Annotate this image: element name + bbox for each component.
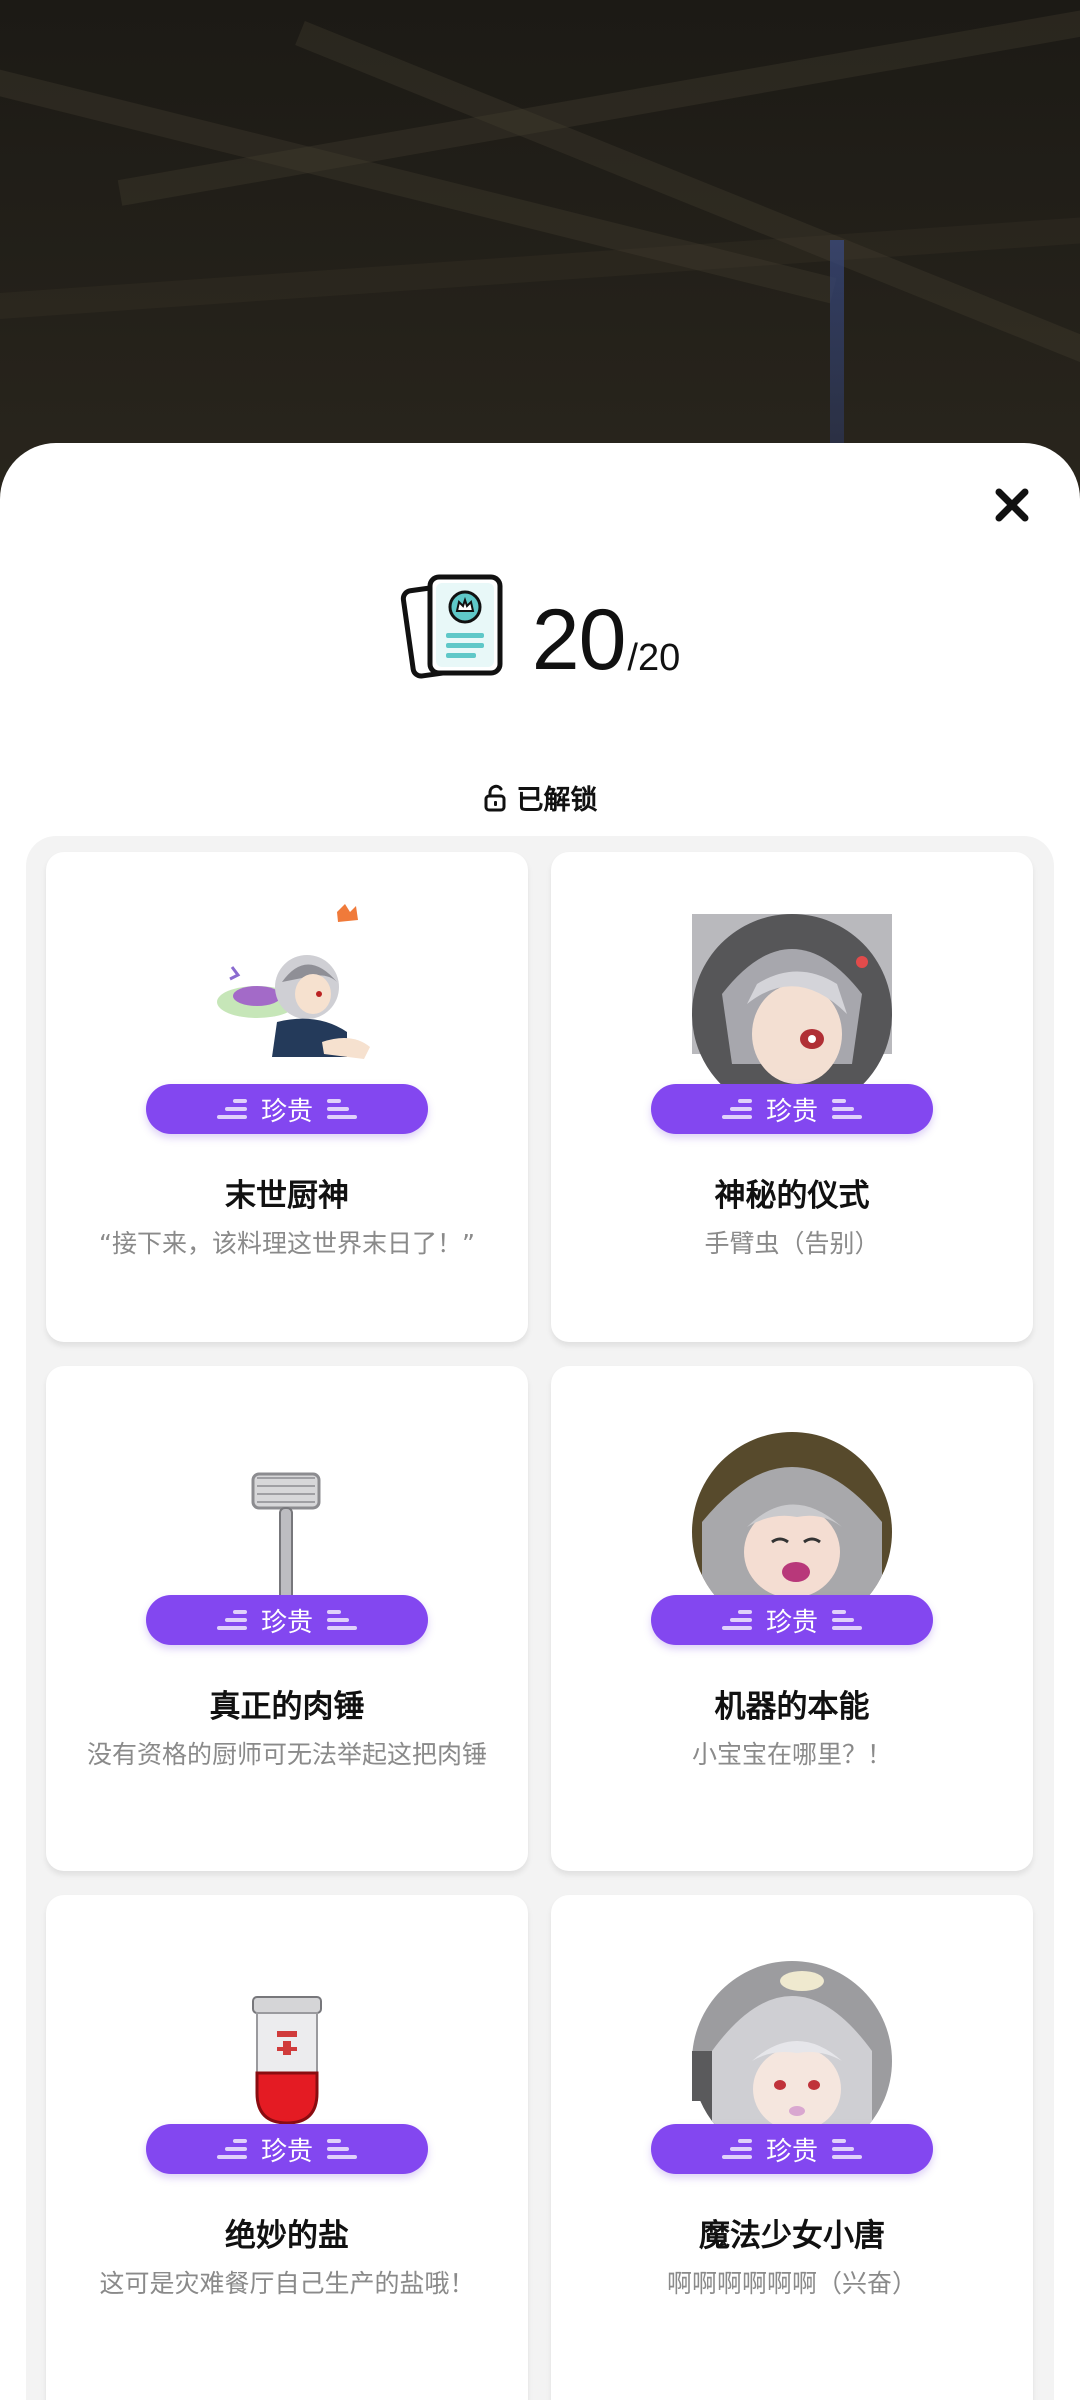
unlocked-filter-label: 已解锁 [516,785,598,816]
portrait-image [692,1961,892,2131]
rarity-badge: 珍贵 [146,2124,428,2174]
card-grid: 珍贵 末世厨神 “接下来，该料理这世界末日了！” 珍贵 神秘的仪式 手臂虫（告别… [26,836,1054,2400]
portrait-image [692,1432,892,1602]
card-title: 末世厨神 [225,1178,349,1214]
card-title: 机器的本能 [714,1689,870,1725]
collection-sheet: 20 /20 已解锁 珍贵 末世厨神 “接下来，该料理这世界末日了！” 珍贵 神… [0,443,1080,2400]
card-description: 小宝宝在哪里？！ [691,1740,892,1769]
card-description: 啊啊啊啊啊啊（兴奋） [666,2269,917,2298]
unlock-icon [484,784,505,811]
rarity-badge: 珍贵 [651,1595,933,1645]
close-icon [995,488,1029,522]
card-description: 这可是灾难餐厅自己生产的盐哦！ [99,2269,475,2298]
card-description: 没有资格的厨师可无法举起这把肉锤 [86,1740,487,1769]
collection-card[interactable]: 珍贵 魔法少女小唐 啊啊啊啊啊啊（兴奋） [551,1895,1033,2400]
rarity-badge: 珍贵 [146,1084,428,1134]
card-description: 手臂虫（告别） [704,1229,880,1258]
chef-character-image [187,892,387,1062]
background-scene [0,0,1080,520]
collection-card[interactable]: 珍贵 绝妙的盐 这可是灾难餐厅自己生产的盐哦！ [46,1895,528,2400]
collection-card[interactable]: 珍贵 真正的肉锤 没有资格的厨师可无法举起这把肉锤 [46,1366,528,1871]
salt-shaker-image [187,1963,387,2133]
rarity-badge: 珍贵 [146,1595,428,1645]
meat-hammer-image [187,1434,387,1604]
card-collection-icon [400,574,503,679]
collection-card[interactable]: 珍贵 末世厨神 “接下来，该料理这世界末日了！” [46,852,528,1342]
collection-card[interactable]: 珍贵 神秘的仪式 手臂虫（告别） [551,852,1033,1342]
card-title: 魔法少女小唐 [699,2218,885,2254]
card-title: 绝妙的盐 [225,2218,349,2254]
rarity-badge: 珍贵 [651,2124,933,2174]
close-button[interactable] [990,483,1034,527]
collection-counter: 20 /20 [0,573,1080,683]
collection-card[interactable]: 珍贵 机器的本能 小宝宝在哪里？！ [551,1366,1033,1871]
card-title: 真正的肉锤 [209,1689,365,1725]
total-count: /20 [627,637,681,679]
portrait-image [692,914,892,1084]
card-description: “接下来，该料理这世界末日了！” [99,1229,475,1258]
rarity-badge: 珍贵 [651,1084,933,1134]
card-title: 神秘的仪式 [714,1178,870,1214]
unlocked-count: 20 [531,592,627,688]
unlocked-filter[interactable]: 已解锁 [0,778,1080,817]
